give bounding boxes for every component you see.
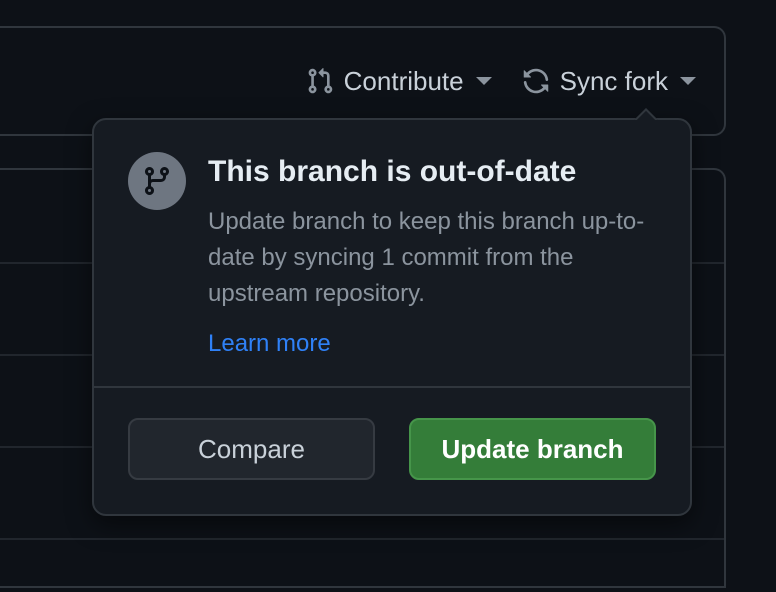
- git-pull-request-icon: [306, 67, 334, 95]
- sync-fork-popover: This branch is out-of-date Update branch…: [92, 118, 692, 516]
- learn-more-link[interactable]: Learn more: [208, 330, 656, 358]
- git-branch-icon: [141, 165, 173, 197]
- contribute-button[interactable]: Contribute: [306, 66, 492, 97]
- contribute-label: Contribute: [344, 66, 464, 97]
- branch-status-icon-container: [128, 152, 186, 210]
- popover-content: This branch is out-of-date Update branch…: [208, 154, 656, 358]
- popover-caret: [634, 106, 660, 120]
- popover-title: This branch is out-of-date: [208, 154, 656, 190]
- row-divider: [0, 538, 724, 540]
- chevron-down-icon: [680, 77, 696, 85]
- sync-fork-button[interactable]: Sync fork: [522, 66, 696, 97]
- chevron-down-icon: [476, 77, 492, 85]
- update-branch-button[interactable]: Update branch: [409, 418, 656, 480]
- popover-body: This branch is out-of-date Update branch…: [94, 120, 690, 386]
- sync-fork-label: Sync fork: [560, 66, 668, 97]
- sync-icon: [522, 67, 550, 95]
- popover-footer: Compare Update branch: [94, 386, 690, 514]
- toolbar-buttons: Contribute Sync fork: [306, 66, 696, 97]
- compare-button[interactable]: Compare: [128, 418, 375, 480]
- popover-description: Update branch to keep this branch up-to-…: [208, 204, 656, 312]
